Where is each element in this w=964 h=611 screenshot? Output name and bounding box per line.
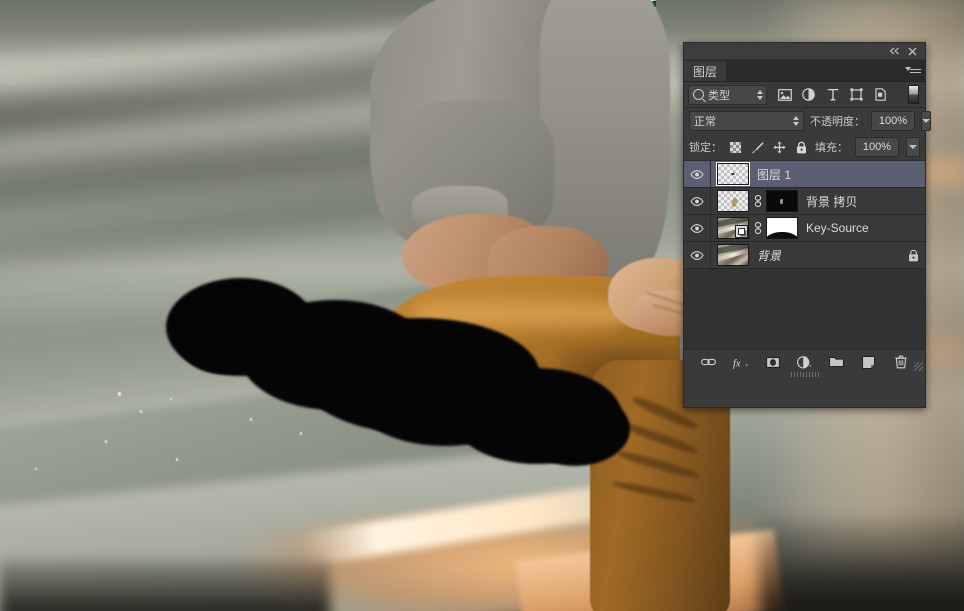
lock-transparent-pixels-icon[interactable] <box>729 141 742 154</box>
layer-style-fx-button[interactable]: fx <box>733 354 749 370</box>
filter-toggle-switch-icon[interactable] <box>908 85 919 104</box>
collapse-double-arrow-icon[interactable] <box>886 44 902 58</box>
close-icon[interactable] <box>904 44 920 58</box>
filter-kind-label: 类型 <box>708 89 730 102</box>
layer-thumbnail[interactable] <box>717 244 749 266</box>
lock-row: 锁定： 填充： 100% <box>684 134 925 161</box>
panel-menu-icon[interactable] <box>905 64 921 77</box>
lock-image-pixels-brush-icon[interactable] <box>751 141 764 154</box>
panel-resize-grip[interactable] <box>914 362 923 371</box>
fill-input[interactable]: 100% <box>855 137 899 157</box>
eye-icon <box>690 223 704 233</box>
layer-row[interactable]: Key-Source <box>684 215 925 242</box>
layer-thumbnail-group <box>717 190 798 212</box>
panel-titlebar <box>684 43 925 60</box>
layer-name[interactable]: 图层 1 <box>757 166 791 183</box>
layer-visibility-toggle[interactable] <box>684 242 711 268</box>
layer-name[interactable]: Key-Source <box>806 221 869 235</box>
layer-visibility-toggle[interactable] <box>684 188 711 214</box>
layer-filter-row: 类型 <box>684 82 925 108</box>
panel-tab-strip: 图层 <box>684 60 925 82</box>
adjustment-layer-filter-icon[interactable] <box>801 87 816 102</box>
new-group-button[interactable] <box>829 354 845 370</box>
layer-thumbnail-group <box>717 244 749 266</box>
layers-panel-bottom-toolbar: fx <box>684 349 925 377</box>
layer-thumbnail[interactable] <box>717 217 749 239</box>
layer-name[interactable]: 背景 <box>757 247 781 264</box>
eye-icon <box>690 196 704 206</box>
layer-thumbnail[interactable] <box>716 162 750 186</box>
blend-mode-row: 正常 不透明度： 100% <box>684 108 931 134</box>
smart-object-badge-icon <box>735 225 748 238</box>
chevron-updown-icon <box>753 89 763 100</box>
lock-position-move-icon[interactable] <box>773 141 786 154</box>
chevron-updown-icon <box>793 116 799 126</box>
layer-visibility-toggle[interactable] <box>684 161 711 187</box>
tab-layers-label: 图层 <box>693 64 718 79</box>
opacity-label: 不透明度： <box>810 116 865 128</box>
add-layer-mask-button[interactable] <box>765 354 781 370</box>
opacity-input[interactable]: 100% <box>871 111 915 131</box>
lock-all-icon[interactable] <box>795 141 808 154</box>
mask-link-icon[interactable] <box>752 195 763 208</box>
pixel-layer-filter-icon[interactable] <box>777 87 792 102</box>
layer-visibility-toggle[interactable] <box>684 215 711 241</box>
blend-mode-value: 正常 <box>694 116 716 128</box>
tab-layers[interactable]: 图层 <box>684 61 728 81</box>
fill-label: 填充： <box>815 142 848 154</box>
layer-name[interactable]: 背景 拷贝 <box>806 193 857 210</box>
layer-thumbnail-group <box>716 162 750 186</box>
fill-dropdown-icon[interactable] <box>906 137 920 157</box>
mask-link-icon[interactable] <box>752 222 763 235</box>
layers-list: 图层 1 背景 拷贝 Key-Source 背景 <box>684 161 925 349</box>
smart-object-filter-icon[interactable] <box>873 87 888 102</box>
new-fill-adjustment-layer-button[interactable] <box>797 354 813 370</box>
type-layer-filter-icon[interactable] <box>825 87 840 102</box>
eye-icon <box>690 169 704 179</box>
filter-icon-group <box>777 87 888 102</box>
eye-icon <box>690 250 704 260</box>
delete-layer-button[interactable] <box>893 354 909 370</box>
layer-locked-icon <box>908 249 919 262</box>
layers-panel: 图层 类型 正常 不透明度： 100% 锁定： 填充： 100% 图层 1 背景… <box>683 42 931 408</box>
layer-row[interactable]: 背景 拷贝 <box>684 188 925 215</box>
shape-layer-filter-icon[interactable] <box>849 87 864 102</box>
panel-bottom-grip[interactable] <box>790 372 819 377</box>
svg-text:fx: fx <box>733 358 741 369</box>
link-layers-button[interactable] <box>701 354 717 370</box>
layer-row[interactable]: 图层 1 <box>684 161 925 188</box>
layer-mask-thumbnail[interactable] <box>766 190 798 212</box>
filter-kind-select[interactable]: 类型 <box>688 84 767 105</box>
layer-thumbnail[interactable] <box>717 190 749 212</box>
new-layer-button[interactable] <box>861 354 877 370</box>
blend-mode-select[interactable]: 正常 <box>689 111 804 131</box>
lock-button-group <box>729 141 808 154</box>
layer-mask-thumbnail[interactable] <box>766 217 798 239</box>
layer-thumbnail-group <box>717 217 798 239</box>
layer-row[interactable]: 背景 <box>684 242 925 269</box>
lock-label: 锁定： <box>689 142 722 154</box>
screenshot-root: 图层 类型 正常 不透明度： 100% 锁定： 填充： 100% 图层 1 背景… <box>0 0 964 611</box>
search-icon <box>693 89 704 100</box>
opacity-dropdown-icon[interactable] <box>921 111 931 131</box>
